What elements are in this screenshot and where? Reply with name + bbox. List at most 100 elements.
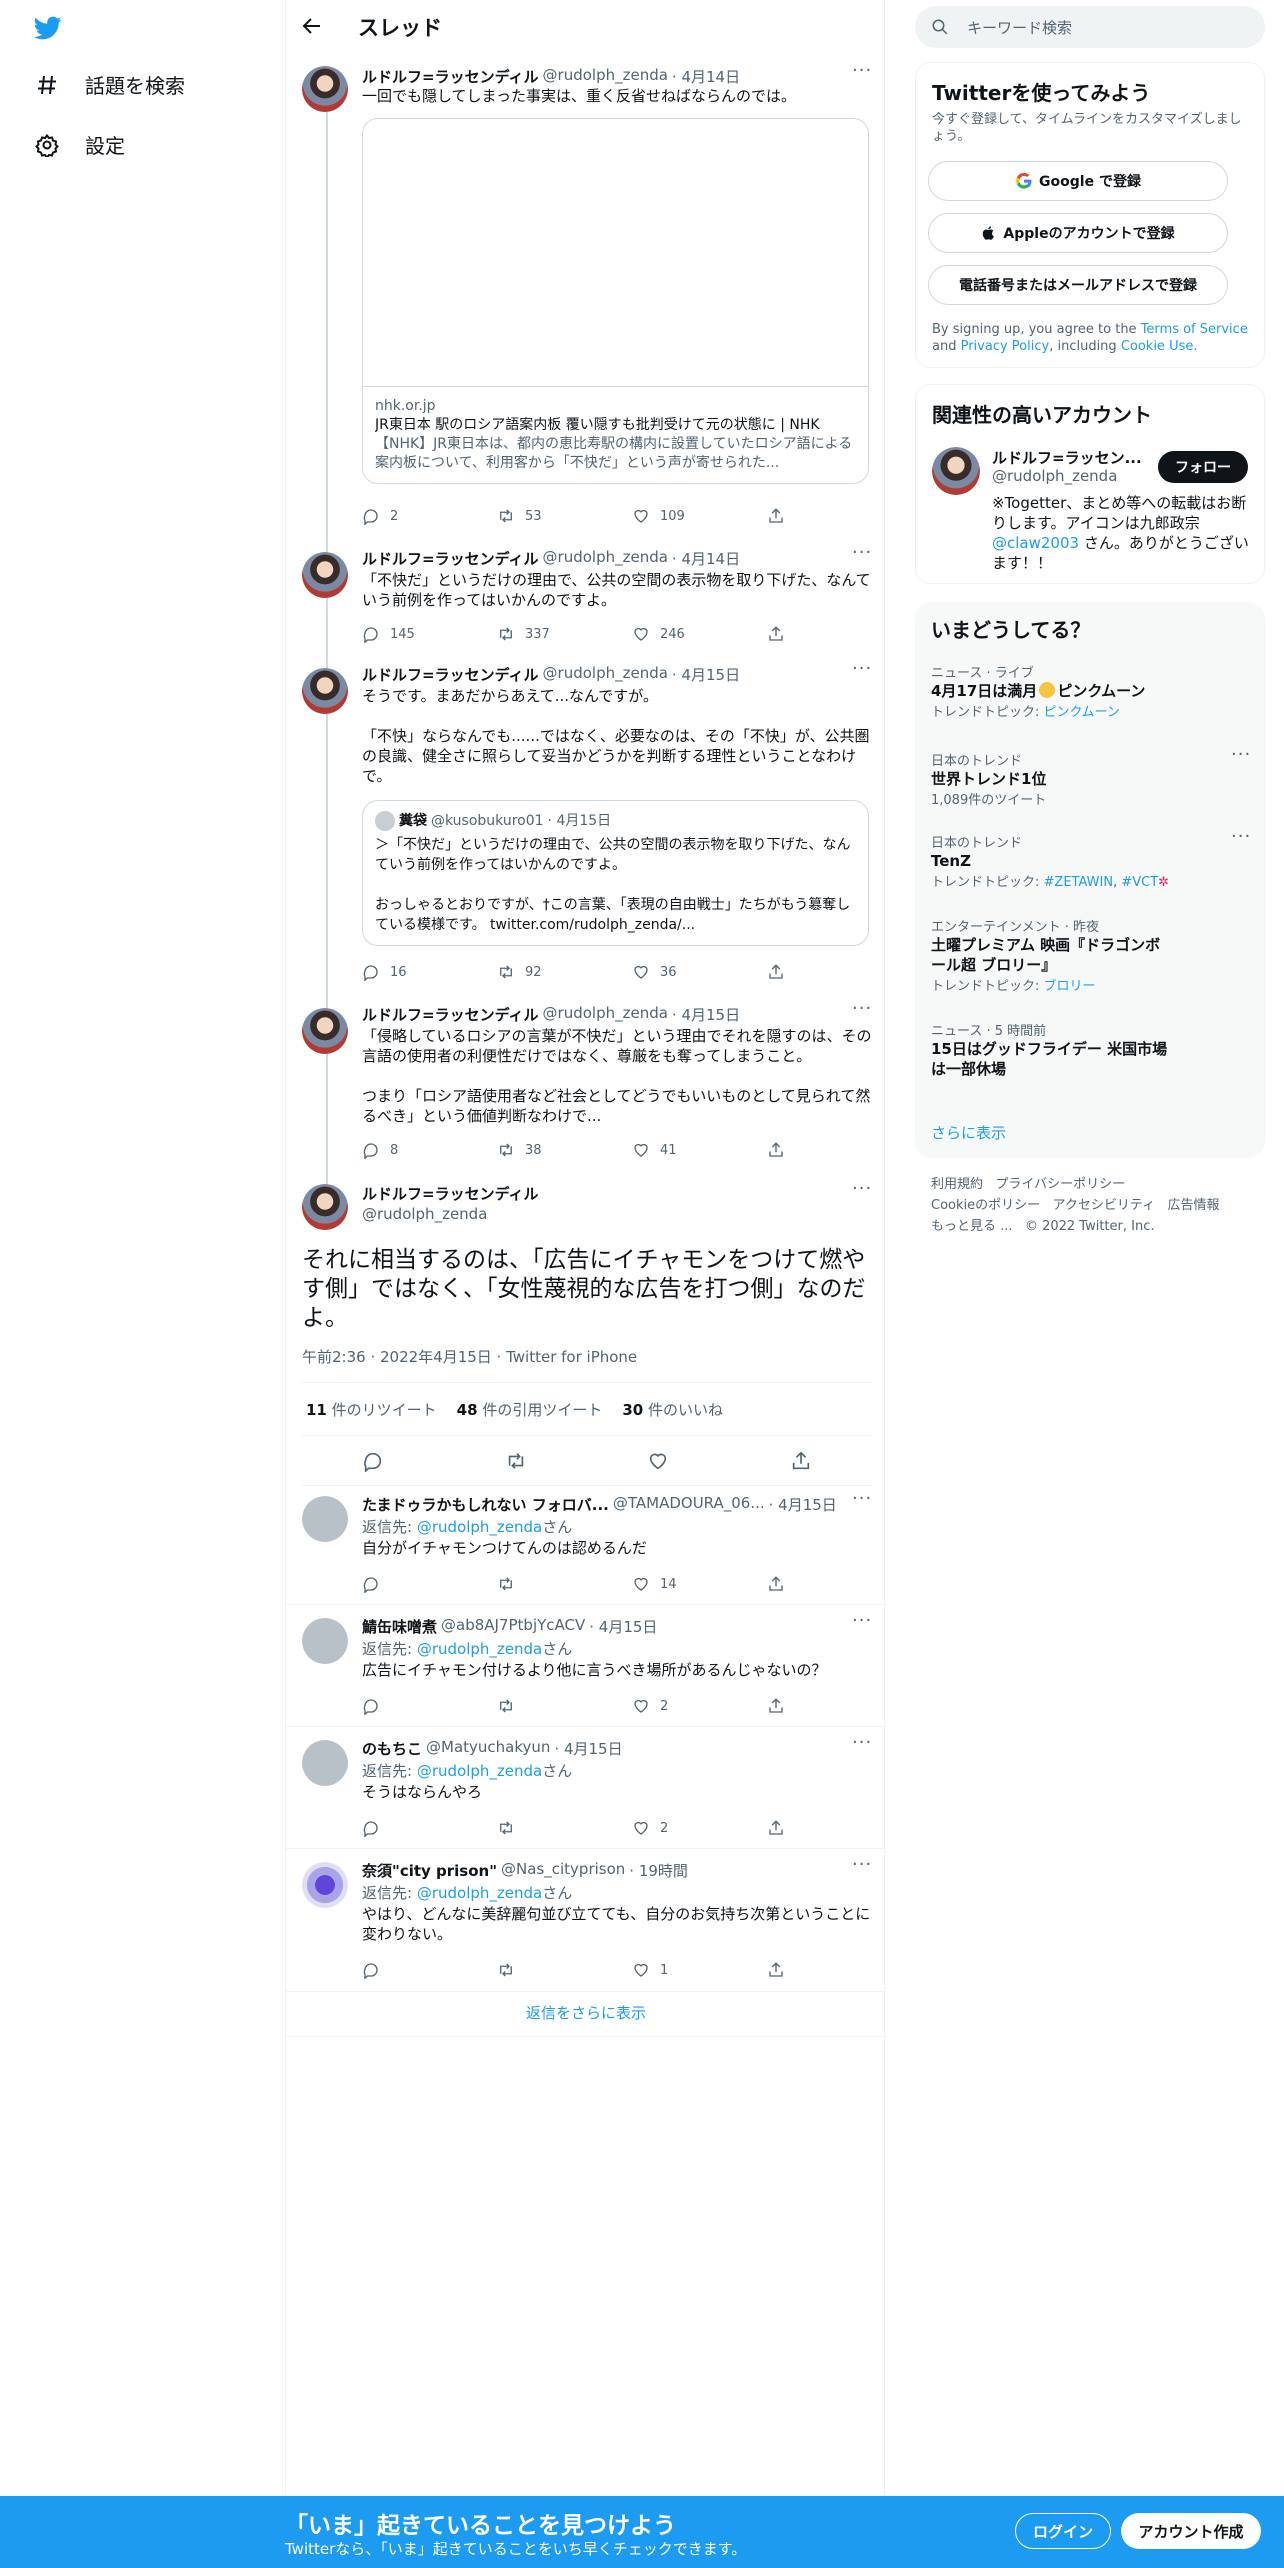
trend-topic-link[interactable]: #VCT — [1121, 875, 1158, 890]
author-name[interactable]: ルドルフ=ラッセンディル — [362, 66, 539, 87]
avatar[interactable] — [302, 552, 348, 598]
reply-button[interactable]: 8 — [362, 1140, 497, 1160]
reply-to-link[interactable]: @rudolph_zenda — [417, 1640, 542, 1658]
footer-cookie-link[interactable]: Cookieのポリシー — [931, 1198, 1040, 1213]
avatar[interactable] — [302, 1184, 348, 1230]
share-button[interactable] — [767, 506, 797, 526]
share-icon[interactable] — [790, 1450, 812, 1472]
avatar[interactable] — [302, 1862, 348, 1908]
nav-settings[interactable]: 設定 — [33, 130, 125, 159]
reply-tweet[interactable]: 奈須"city prison" @Nas_cityprison · 19時間 ·… — [286, 1850, 886, 1992]
show-more-replies-link[interactable]: 返信をさらに表示 — [286, 2002, 886, 2023]
trend-topic-link[interactable]: #ZETAWIN — [1044, 875, 1114, 890]
quote-tweets-stat[interactable]: 48 件の引用ツイート — [457, 1399, 603, 1420]
bio-mention-link[interactable]: @claw2003 — [992, 534, 1079, 552]
retweet-button[interactable] — [497, 1960, 632, 1980]
author-name[interactable]: ルドルフ=ラッセンディル — [362, 1184, 539, 1204]
tweet-date[interactable]: · 4月14日 — [672, 66, 740, 87]
more-options-icon[interactable]: ··· — [1231, 828, 1251, 852]
trend-item[interactable]: 日本のトレンド TenZ トレンドトピック: #ZETAWIN, #VCT✲ ·… — [931, 828, 1251, 891]
author-name[interactable]: ルドルフ=ラッセンディル — [362, 548, 539, 569]
login-button[interactable]: ログイン — [1015, 2513, 1111, 2549]
avatar[interactable] — [302, 1008, 348, 1054]
share-button[interactable] — [767, 1140, 797, 1160]
like-button[interactable]: 41 — [632, 1140, 767, 1160]
retweet-button[interactable]: 92 — [497, 962, 632, 982]
like-button[interactable]: 2 — [632, 1818, 767, 1838]
likes-stat[interactable]: 30 件のいいね — [622, 1399, 723, 1420]
reply-to-link[interactable]: @rudolph_zenda — [417, 1884, 542, 1902]
reply-button[interactable]: 2 — [362, 506, 497, 526]
thread-tweet-4[interactable]: ルドルフ=ラッセンディル @rudolph_zenda · 4月15日 ··· … — [286, 1000, 886, 1164]
tweet-date[interactable]: · 4月15日 — [589, 1616, 657, 1637]
more-options-icon[interactable]: ··· — [852, 1612, 872, 1636]
footer-privacy-link[interactable]: プライバシーポリシー — [995, 1177, 1125, 1192]
reply-tweet[interactable]: たまドゥラかもしれない フォロバ... @TAMADOURA_06... · 4… — [286, 1484, 886, 1605]
avatar[interactable] — [302, 66, 348, 112]
like-button[interactable]: 246 — [632, 624, 767, 644]
reply-button[interactable] — [362, 1696, 497, 1716]
more-options-icon[interactable]: ··· — [852, 1180, 872, 1204]
search-bar[interactable]: キーワード検索 — [915, 6, 1265, 48]
retweet-icon[interactable] — [505, 1450, 527, 1472]
trend-item[interactable]: ニュース · ライブ 4月17日は満月 ピンクムーン トレンドトピック: ピンクム… — [931, 662, 1251, 720]
tweet-date[interactable]: · 4月15日 — [769, 1494, 837, 1515]
retweet-button[interactable] — [497, 1818, 632, 1838]
tweet-date[interactable]: · 19時間 — [629, 1860, 688, 1881]
thread-tweet-2[interactable]: ルドルフ=ラッセンディル @rudolph_zenda · 4月14日 ··· … — [286, 544, 886, 648]
author-name[interactable]: のもちこ — [362, 1738, 422, 1759]
reply-to-link[interactable]: @rudolph_zenda — [417, 1762, 542, 1780]
trend-item[interactable]: ニュース · 5 時間前 15日はグッドフライデー 米国市場は一部休場 — [931, 1020, 1251, 1079]
retweet-button[interactable]: 38 — [497, 1140, 632, 1160]
reply-tweet[interactable]: のもちこ @Matyuchakyun · 4月15日 ··· 返信先: @rud… — [286, 1728, 886, 1849]
author-name[interactable]: ルドルフ=ラッセンディル — [362, 1004, 539, 1025]
retweet-button[interactable] — [497, 1696, 632, 1716]
tweet-date[interactable]: · 4月15日 — [672, 1004, 740, 1025]
nav-explore[interactable]: 話題を検索 — [33, 70, 185, 99]
footer-terms-link[interactable]: 利用規約 — [931, 1177, 983, 1192]
share-button[interactable] — [767, 624, 797, 644]
author-name[interactable]: 鯖缶味噌煮 — [362, 1616, 437, 1637]
trend-item[interactable]: エンターテインメント · 昨夜 土曜プレミアム 映画『ドラゴンボール超 ブロリー… — [931, 916, 1251, 994]
privacy-link[interactable]: Privacy Policy — [961, 339, 1050, 354]
footer-ads-link[interactable]: 広告情報 — [1168, 1198, 1220, 1213]
reply-button[interactable] — [362, 1960, 497, 1980]
follow-button[interactable]: フォロー — [1158, 451, 1248, 483]
back-arrow-icon[interactable] — [300, 14, 324, 38]
related-name[interactable]: ルドルフ=ラッセン... — [992, 447, 1142, 468]
tweet-timestamp[interactable]: 午前2:36 · 2022年4月15日 · Twitter for iPhone — [302, 1346, 637, 1367]
terms-link[interactable]: Terms of Service — [1141, 322, 1248, 337]
tweet-date[interactable]: · 4月15日 — [672, 664, 740, 685]
trend-item[interactable]: 日本のトレンド 世界トレンド1位 1,089件のツイート ··· — [931, 746, 1251, 809]
more-options-icon[interactable]: ··· — [852, 660, 872, 684]
like-button[interactable]: 14 — [632, 1574, 767, 1594]
more-options-icon[interactable]: ··· — [1231, 746, 1251, 770]
author-name[interactable]: たまドゥラかもしれない フォロバ... — [362, 1494, 609, 1515]
google-signup-button[interactable]: Google で登録 — [928, 161, 1228, 201]
author-name[interactable]: 奈須"city prison" — [362, 1860, 497, 1881]
avatar[interactable] — [932, 447, 980, 495]
share-button[interactable] — [767, 1960, 797, 1980]
more-options-icon[interactable]: ··· — [852, 62, 872, 86]
more-options-icon[interactable]: ··· — [852, 1490, 872, 1514]
like-button[interactable]: 2 — [632, 1696, 767, 1716]
thread-tweet-3[interactable]: ルドルフ=ラッセンディル @rudolph_zenda · 4月15日 ··· … — [286, 660, 886, 984]
heart-icon[interactable] — [647, 1450, 669, 1472]
phone-email-signup-button[interactable]: 電話番号またはメールアドレスで登録 — [928, 265, 1228, 305]
share-button[interactable] — [767, 962, 797, 982]
reply-to-link[interactable]: @rudolph_zenda — [417, 1518, 542, 1536]
search-input[interactable]: キーワード検索 — [967, 17, 1072, 38]
reply-button[interactable]: 16 — [362, 962, 497, 982]
reply-icon[interactable] — [362, 1450, 384, 1472]
more-options-icon[interactable]: ··· — [852, 1000, 872, 1024]
author-name[interactable]: ルドルフ=ラッセンディル — [362, 664, 539, 685]
like-button[interactable]: 1 — [632, 1960, 767, 1980]
more-options-icon[interactable]: ··· — [852, 544, 872, 568]
thread-tweet-1[interactable]: ルドルフ=ラッセンディル @rudolph_zenda · 4月14日 ··· … — [286, 62, 886, 532]
retweet-button[interactable]: 337 — [497, 624, 632, 644]
trend-topic-link[interactable]: ブロリー — [1044, 979, 1096, 994]
retweets-stat[interactable]: 11 件のリツイート — [306, 1399, 437, 1420]
apple-signup-button[interactable]: Appleのアカウントで登録 — [928, 213, 1228, 253]
avatar[interactable] — [302, 668, 348, 714]
reply-button[interactable] — [362, 1574, 497, 1594]
